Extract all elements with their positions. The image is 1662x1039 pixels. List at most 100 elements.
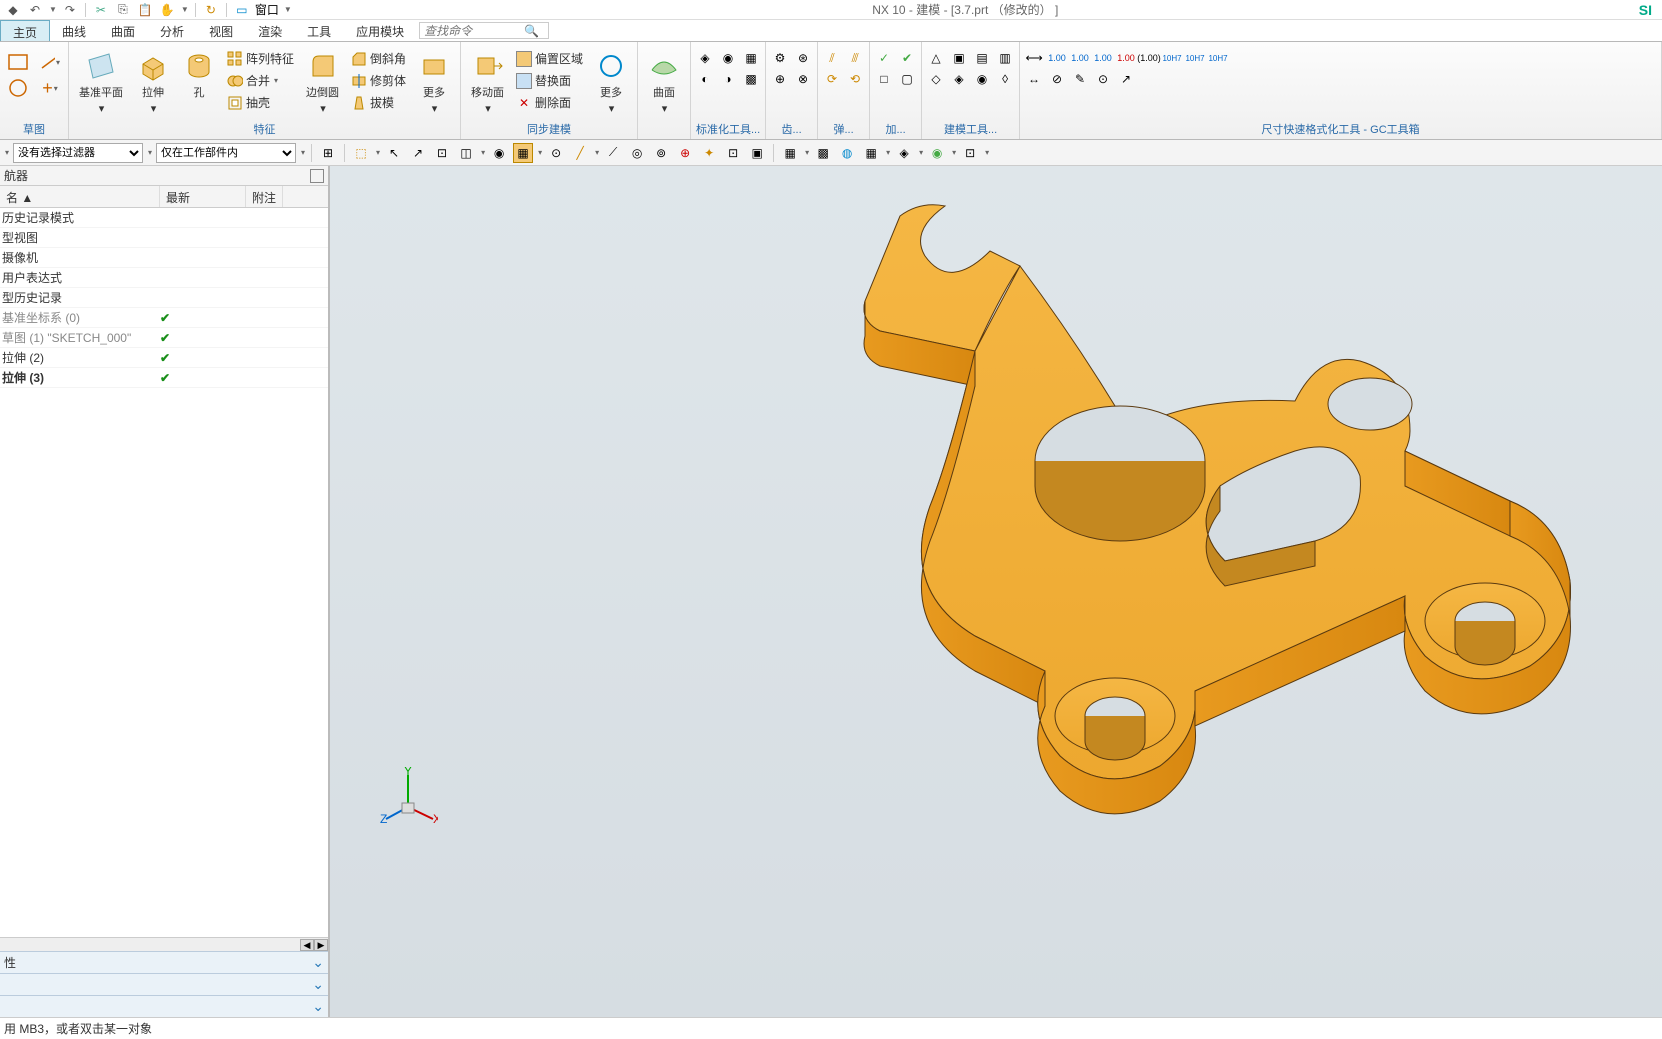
offset-region-button[interactable]: 偏置区域: [512, 48, 587, 69]
dropdown-icon[interactable]: ▼: [284, 5, 292, 14]
col-name[interactable]: 名 ▲: [0, 186, 160, 207]
navigator-panel[interactable]: ⌄: [0, 995, 328, 1017]
view-icon[interactable]: ⊡: [960, 143, 980, 163]
menu-icon[interactable]: ▾: [5, 148, 9, 157]
3d-model[interactable]: [750, 196, 1620, 846]
tool-icon[interactable]: ◑: [718, 69, 738, 89]
dropdown-icon[interactable]: ▾: [301, 148, 305, 157]
undo-icon[interactable]: ↶: [26, 1, 44, 19]
shell-button[interactable]: 抽壳: [223, 92, 298, 113]
gear-icon[interactable]: ⚙: [770, 48, 790, 68]
replace-face-button[interactable]: 替换面: [512, 70, 587, 91]
view-icon[interactable]: ▩: [813, 143, 833, 163]
unite-button[interactable]: 合并▾: [223, 70, 298, 91]
dim-icon[interactable]: 10H7: [1185, 48, 1205, 68]
tab-home[interactable]: 主页: [0, 20, 50, 41]
copy-icon[interactable]: ⎘: [114, 1, 132, 19]
dim-icon[interactable]: (1.00): [1139, 48, 1159, 68]
line-icon[interactable]: ▾: [40, 52, 60, 72]
selection-icon[interactable]: ◉: [489, 143, 509, 163]
add-icon[interactable]: ✓: [874, 48, 894, 68]
model-icon[interactable]: ◉: [972, 69, 992, 89]
add-icon[interactable]: □: [874, 69, 894, 89]
dim-icon[interactable]: ⊙: [1093, 69, 1113, 89]
tool-icon[interactable]: ▦: [741, 48, 761, 68]
selection-icon[interactable]: ⊡: [432, 143, 452, 163]
selection-icon[interactable]: ╱: [570, 143, 590, 163]
chamfer-button[interactable]: 倒斜角: [347, 48, 410, 69]
model-icon[interactable]: ▥: [995, 48, 1015, 68]
gear-icon[interactable]: ⊛: [793, 48, 813, 68]
tab-view[interactable]: 视图: [197, 20, 246, 41]
chevron-down-icon[interactable]: ⌄: [312, 954, 324, 971]
tree-row[interactable]: 历史记录模式: [0, 208, 328, 228]
selection-icon[interactable]: ⊕: [675, 143, 695, 163]
surface-button[interactable]: 曲面▾: [642, 48, 686, 117]
window-label[interactable]: 窗口: [255, 1, 279, 18]
selection-icon[interactable]: ⬚: [351, 143, 371, 163]
dropdown-icon[interactable]: ▾: [148, 148, 152, 157]
selection-icon[interactable]: ⊞: [318, 143, 338, 163]
selection-icon[interactable]: ▦: [513, 143, 533, 163]
selection-icon[interactable]: ▣: [747, 143, 767, 163]
tab-surface[interactable]: 曲面: [99, 20, 148, 41]
dim-icon[interactable]: ⊘: [1047, 69, 1067, 89]
selection-icon[interactable]: ↗: [408, 143, 428, 163]
tree-row[interactable]: 拉伸 (2)✔: [0, 348, 328, 368]
selection-icon[interactable]: ↖: [384, 143, 404, 163]
dim-icon[interactable]: ✎: [1070, 69, 1090, 89]
spring-icon[interactable]: ⫽: [822, 48, 842, 68]
add-icon[interactable]: ✔: [897, 48, 917, 68]
dropdown-icon[interactable]: ▼: [49, 5, 57, 14]
pattern-button[interactable]: 阵列特征: [223, 48, 298, 69]
edge-blend-button[interactable]: 边倒圆▾: [300, 48, 345, 117]
navigator-tree[interactable]: 历史记录模式型视图摄像机用户表达式型历史记录基准坐标系 (0)✔草图 (1) "…: [0, 208, 328, 937]
redo-icon[interactable]: ↷: [61, 1, 79, 19]
hole-button[interactable]: 孔: [177, 48, 221, 102]
selection-icon[interactable]: ⊙: [546, 143, 566, 163]
dim-icon[interactable]: ↔: [1024, 69, 1044, 89]
model-icon[interactable]: ◇: [926, 69, 946, 89]
tool-icon[interactable]: ◉: [718, 48, 738, 68]
more-sync-button[interactable]: 更多▾: [589, 48, 633, 117]
command-search[interactable]: 🔍: [419, 22, 549, 39]
datum-plane-button[interactable]: 基准平面▾: [73, 48, 129, 117]
tool-icon[interactable]: ◐: [695, 69, 715, 89]
selection-icon[interactable]: ⟋: [603, 143, 623, 163]
view-icon[interactable]: ◈: [894, 143, 914, 163]
circle-icon[interactable]: [8, 78, 28, 98]
view-icon[interactable]: ▦: [861, 143, 881, 163]
tree-row[interactable]: 用户表达式: [0, 268, 328, 288]
tab-curve[interactable]: 曲线: [50, 20, 99, 41]
move-face-button[interactable]: 移动面▾: [465, 48, 510, 117]
dim-icon[interactable]: 1.00: [1047, 48, 1067, 68]
model-icon[interactable]: △: [926, 48, 946, 68]
view-triad-icon[interactable]: Y X Z: [378, 767, 438, 827]
dim-icon[interactable]: 1.00: [1093, 48, 1113, 68]
tab-tools[interactable]: 工具: [295, 20, 344, 41]
col-notes[interactable]: 附注: [246, 186, 283, 207]
col-latest[interactable]: 最新: [160, 186, 246, 207]
more-feature-button[interactable]: 更多▾: [412, 48, 456, 117]
tool-icon[interactable]: ▩: [741, 69, 761, 89]
navigator-panel[interactable]: ⌄: [0, 973, 328, 995]
dim-icon[interactable]: 1.00: [1070, 48, 1090, 68]
tab-analysis[interactable]: 分析: [148, 20, 197, 41]
model-icon[interactable]: ▣: [949, 48, 969, 68]
search-icon[interactable]: 🔍: [524, 24, 539, 38]
extrude-button[interactable]: 拉伸▾: [131, 48, 175, 117]
paste-icon[interactable]: 📋: [136, 1, 154, 19]
pin-icon[interactable]: [310, 169, 324, 183]
selection-icon[interactable]: ⊡: [723, 143, 743, 163]
dropdown-icon[interactable]: ▼: [181, 5, 189, 14]
view-icon[interactable]: ◍: [837, 143, 857, 163]
selection-icon[interactable]: ◫: [456, 143, 476, 163]
point-icon[interactable]: +▾: [40, 78, 60, 98]
tree-row[interactable]: 草图 (1) "SKETCH_000"✔: [0, 328, 328, 348]
dim-icon[interactable]: 10H7: [1208, 48, 1228, 68]
dim-icon[interactable]: 1.00: [1116, 48, 1136, 68]
tab-application[interactable]: 应用模块: [344, 20, 417, 41]
touch-icon[interactable]: ✋: [158, 1, 176, 19]
gear-icon[interactable]: ⊕: [770, 69, 790, 89]
selection-icon[interactable]: ⊚: [651, 143, 671, 163]
